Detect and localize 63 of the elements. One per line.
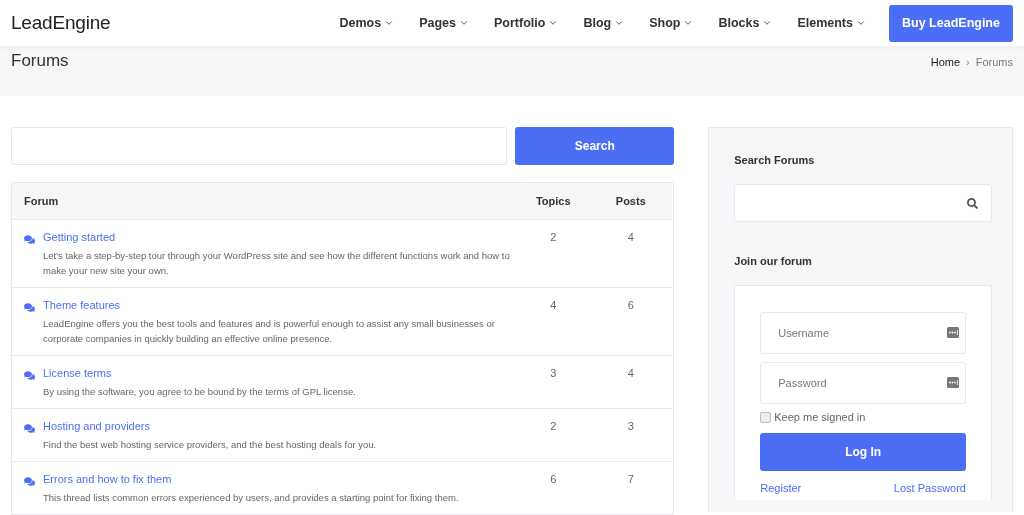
chevron-down-icon	[762, 18, 773, 28]
chat-bubbles-icon	[24, 234, 35, 245]
forum-link[interactable]: Getting started	[43, 231, 511, 243]
chevron-down-icon	[856, 18, 866, 28]
forum-link[interactable]: Errors and how to fix them	[43, 473, 459, 485]
topic-count: 2	[549, 420, 558, 434]
chevron-down-icon	[384, 18, 395, 28]
forum-link[interactable]: Theme features	[43, 299, 511, 311]
breadcrumb-separator: ›	[966, 56, 970, 68]
topic-count: 6	[549, 473, 558, 487]
chat-bubbles-icon	[24, 302, 35, 313]
post-count: 3	[626, 420, 635, 434]
forum-link[interactable]: Hosting and providers	[43, 420, 377, 432]
search-icon[interactable]	[967, 197, 978, 209]
forum-search-field[interactable]	[734, 184, 992, 222]
password-field[interactable]: Password	[760, 362, 966, 404]
nav-link[interactable]: Elements	[797, 16, 866, 30]
forum-description: Find the best web hosting service providers, and the best hosting deals for you.	[43, 438, 377, 452]
column-header: Topics	[534, 195, 572, 207]
login-button[interactable]: Log In	[760, 433, 966, 471]
checkbox-label: Keep me signed in	[774, 411, 866, 423]
forum-description: By using the software, you agree to be bound by the terms of GPL license.	[43, 385, 356, 399]
checkbox[interactable]	[760, 411, 772, 423]
buy-button[interactable]: Buy LeadEngine	[889, 4, 1013, 42]
nav-link[interactable]: Blocks	[718, 16, 773, 30]
chat-bubbles-icon	[24, 476, 35, 487]
column-header: Posts	[614, 195, 647, 207]
forum-description: LeadEngine offers you the best tools and features and is powerful enough to assist any small businesses or corporate companies in quickly building an effective online presence.	[43, 317, 496, 346]
chevron-down-icon	[683, 18, 694, 28]
password-manager-icon[interactable]	[947, 377, 959, 388]
chevron-down-icon	[459, 18, 469, 28]
chevron-down-icon	[614, 18, 625, 28]
topic-count: 4	[549, 299, 558, 313]
nav-link[interactable]: Blog	[583, 16, 625, 30]
account-link[interactable]: Register	[760, 482, 802, 494]
post-count: 6	[626, 299, 635, 313]
page-title: Forums	[11, 51, 69, 71]
search-button[interactable]: Search	[515, 127, 675, 165]
post-count: 4	[626, 367, 635, 381]
forum-description: This thread lists common errors experienced by users, and provides a starting point for fixing them.	[43, 491, 459, 505]
breadcrumb-link[interactable]: Forums	[975, 56, 1013, 68]
chat-bubbles-icon	[24, 423, 35, 434]
forum-description: Let's take a step-by-step tour through your WordPress site and see how the different functions work and how to make your new site your own.	[43, 249, 511, 278]
password-manager-icon[interactable]	[947, 327, 959, 338]
column-header: Forum	[24, 195, 60, 207]
post-count: 4	[626, 231, 635, 245]
account-link[interactable]: Lost Password	[893, 482, 966, 494]
sidebar-heading: Search Forums	[734, 154, 816, 166]
logo[interactable]: LeadEngine	[11, 12, 340, 34]
post-count: 7	[626, 473, 635, 487]
topic-count: 3	[549, 367, 558, 381]
breadcrumb-link[interactable]: Home	[930, 56, 961, 68]
chevron-down-icon	[548, 18, 559, 28]
username-field[interactable]: Username	[760, 312, 966, 354]
nav-link[interactable]: Shop	[649, 16, 694, 30]
search-field[interactable]	[11, 127, 508, 165]
nav-link[interactable]: Pages	[419, 16, 469, 30]
forum-link[interactable]: License terms	[43, 367, 356, 379]
topic-count: 2	[549, 231, 558, 245]
nav-link[interactable]: Portfolio	[494, 16, 559, 30]
nav-link[interactable]: Demos	[339, 16, 395, 30]
sidebar-heading: Join our forum	[734, 255, 813, 267]
chat-bubbles-icon	[24, 370, 35, 381]
